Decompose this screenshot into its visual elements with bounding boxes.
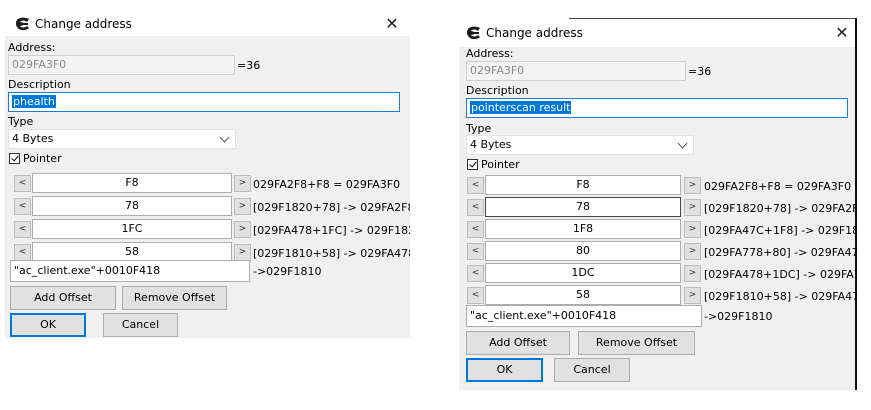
type-label: Type [8,115,34,128]
offset-result: [029F1820+78] -> 029FA2F8 [253,201,410,214]
close-button[interactable]: ✕ [833,24,851,42]
ok-button[interactable]: OK [466,358,543,382]
offset-decrement-button[interactable]: < [467,265,484,282]
change-address-dialog-1: Change address ✕ Address: 029FA3F0 =36 D… [5,12,410,338]
offset-decrement-button[interactable]: < [14,175,31,192]
offset-input[interactable]: 80 [485,241,681,261]
add-offset-button[interactable]: Add Offset [466,331,570,355]
pointer-label: Pointer [23,152,62,165]
pointer-checkbox[interactable] [9,153,20,164]
type-select[interactable]: 4 Bytes [466,135,694,155]
address-field: 029FA3F0 [8,55,235,75]
base-address-input[interactable]: "ac_client.exe"+0010F418 [10,260,250,282]
offset-input[interactable]: 1F8 [485,219,681,239]
address-value-result: =36 [688,65,712,78]
offset-increment-button[interactable]: > [684,287,701,304]
offset-increment-button[interactable]: > [684,243,701,260]
offset-input[interactable]: 58 [485,285,681,305]
offset-result: [029FA778+80] -> 029FA47C [704,246,857,259]
offset-result: [029FA47C+1F8] -> 029F1820 [704,224,857,237]
chevron-down-icon [219,132,230,143]
pointer-checkbox[interactable] [467,159,478,170]
offset-increment-button[interactable]: > [684,177,701,194]
cancel-button[interactable]: Cancel [103,313,178,337]
offset-increment-button[interactable]: > [234,221,251,238]
remove-offset-button[interactable]: Remove Offset [578,331,695,355]
description-input[interactable]: phealth [8,92,400,112]
offset-result: 029FA2F8+F8 = 029FA3F0 [253,178,401,191]
add-offset-button[interactable]: Add Offset [10,286,116,310]
address-label: Address: [8,41,56,54]
description-selected-text: phealth [12,95,56,108]
offset-decrement-button[interactable]: < [467,221,484,238]
address-label: Address: [466,47,514,60]
offset-result: [029FA478+1FC] -> 029F1820 [253,224,410,237]
description-selected-text: pointerscan result [470,101,572,114]
address-field: 029FA3F0 [466,61,686,81]
offset-input[interactable]: 78 [32,196,232,216]
type-selected-value: 4 Bytes [470,138,512,151]
pointer-label: Pointer [481,158,520,171]
base-address-input[interactable]: "ac_client.exe"+0010F418 [466,305,702,327]
offset-input[interactable]: 78 [485,197,681,217]
change-address-dialog-2: Change address ✕ Address: 029FA3F0 =36 D… [459,18,857,390]
offset-result: [029F1820+78] -> 029FA2F8 [704,202,857,215]
cheat-engine-icon [15,17,29,31]
description-input[interactable]: pointerscan result [466,98,848,118]
type-label: Type [466,122,492,135]
offset-input[interactable]: F8 [485,175,681,195]
offset-decrement-button[interactable]: < [467,243,484,260]
offset-input[interactable]: 1FC [32,219,232,239]
cheat-engine-icon [466,26,480,40]
offset-decrement-button[interactable]: < [14,244,31,261]
window-top-edge [569,18,857,19]
offset-increment-button[interactable]: > [684,199,701,216]
offset-decrement-button[interactable]: < [467,199,484,216]
offset-decrement-button[interactable]: < [467,287,484,304]
offset-increment-button[interactable]: > [234,198,251,215]
offset-result: [029F1810+58] -> 029FA478 [704,290,857,303]
base-address-result: ->029F1810 [704,310,773,323]
offset-input[interactable]: F8 [32,173,232,193]
offset-increment-button[interactable]: > [684,265,701,282]
offset-increment-button[interactable]: > [234,175,251,192]
address-value-result: =36 [237,59,261,72]
offset-decrement-button[interactable]: < [14,198,31,215]
offset-decrement-button[interactable]: < [467,177,484,194]
cancel-button[interactable]: Cancel [554,358,630,382]
dialog-title: Change address [35,17,132,31]
base-address-result: ->029F1810 [253,265,322,278]
offset-input[interactable]: 58 [32,242,232,262]
ok-button[interactable]: OK [10,313,86,337]
description-label: Description [8,78,71,91]
offset-result: [029F1810+58] -> 029FA478 [253,247,410,260]
close-button[interactable]: ✕ [383,15,401,33]
type-selected-value: 4 Bytes [12,132,54,145]
chevron-down-icon [677,138,688,149]
remove-offset-button[interactable]: Remove Offset [122,286,227,310]
offset-decrement-button[interactable]: < [14,221,31,238]
offset-increment-button[interactable]: > [234,244,251,261]
dialog-title: Change address [486,26,583,40]
title-bar: Change address ✕ [459,18,857,47]
offset-input[interactable]: 1DC [485,263,681,283]
offset-result: [029FA478+1DC] -> 029FA778 [704,268,857,281]
offset-result: 029FA2F8+F8 = 029FA3F0 [704,180,852,193]
offset-increment-button[interactable]: > [684,221,701,238]
type-select[interactable]: 4 Bytes [8,129,236,149]
description-label: Description [466,84,529,97]
title-bar: Change address ✕ [5,12,410,36]
